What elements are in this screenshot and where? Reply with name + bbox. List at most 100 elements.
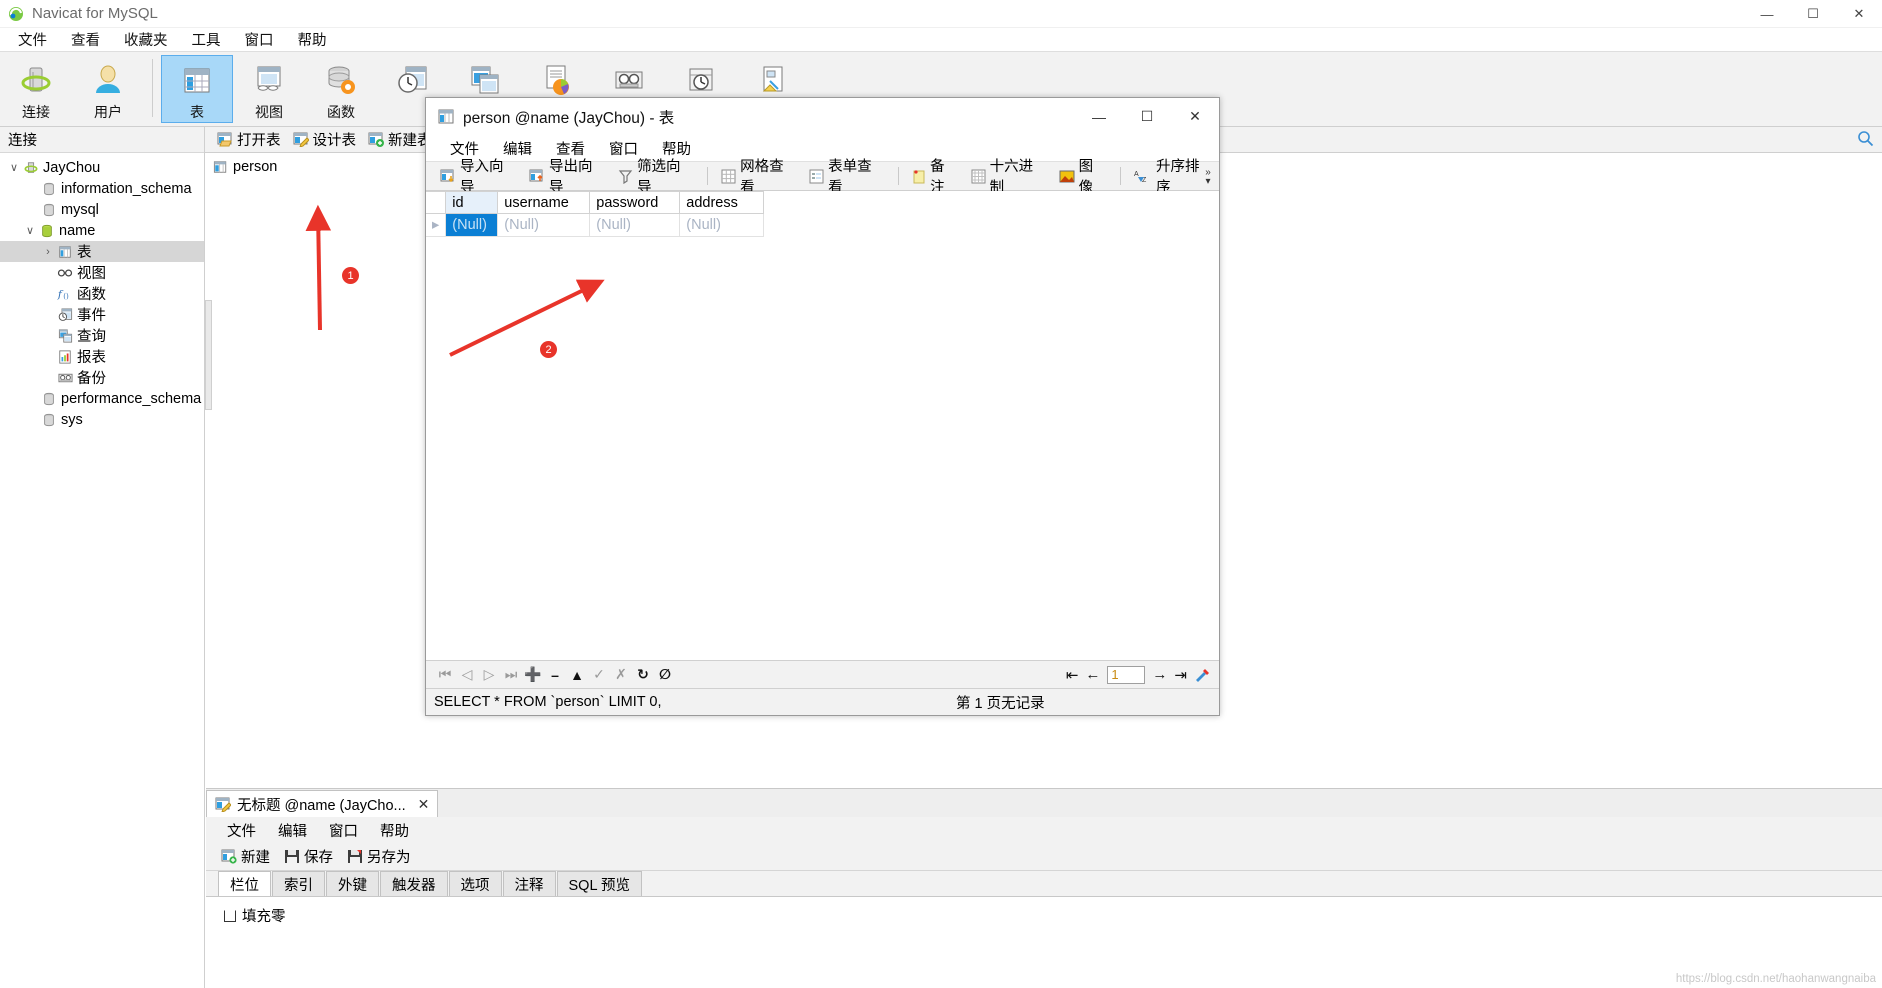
designer-menu-window[interactable]: 窗口	[318, 818, 369, 843]
tab-comment[interactable]: 注释	[502, 871, 556, 896]
chevron-down-icon[interactable]: ∨	[22, 224, 38, 237]
page-last-button[interactable]: ⇥	[1174, 666, 1187, 684]
refresh-icon[interactable]: ↻	[632, 666, 654, 683]
designer-save-button[interactable]: 保存	[277, 844, 340, 869]
tree-item-label: 事件	[77, 308, 106, 324]
page-first-button[interactable]: ⇤	[1066, 666, 1079, 684]
toolbar-separator	[1120, 167, 1122, 185]
tree-item-functions[interactable]: f() 函数	[0, 283, 204, 304]
page-navigation: ⇤ ← 1 → ⇥	[1066, 665, 1219, 684]
child-minimize-button[interactable]: —	[1075, 98, 1123, 135]
toolbar-function[interactable]: 函数	[305, 55, 377, 123]
cancel-edit-icon[interactable]: ✗	[610, 666, 632, 683]
toolbar-user[interactable]: 用户	[72, 55, 144, 123]
tree-item-tables[interactable]: › 表	[0, 241, 204, 262]
table-row[interactable]: ▸ (Null) (Null) (Null) (Null)	[426, 213, 765, 237]
first-record-icon[interactable]: ⏮	[434, 666, 456, 683]
column-header-id[interactable]: id	[445, 191, 499, 214]
page-next-button[interactable]: →	[1152, 666, 1167, 683]
list-item[interactable]: person	[213, 159, 277, 175]
design-table-icon	[215, 797, 231, 812]
cell-id[interactable]: (Null)	[445, 213, 499, 237]
menu-favorites[interactable]: 收藏夹	[112, 27, 180, 52]
confirm-edit-icon[interactable]: ✓	[588, 666, 610, 683]
chevron-down-icon[interactable]: ∨	[6, 161, 22, 174]
tree-item-sys[interactable]: sys	[0, 409, 204, 430]
tree-item-performance-schema[interactable]: performance_schema	[0, 388, 204, 409]
delete-record-icon[interactable]: –	[544, 667, 566, 683]
designer-tab[interactable]: 无标题 @name (JayCho... ✕	[206, 790, 439, 817]
tree-item-name[interactable]: ∨ name	[0, 220, 204, 241]
maximize-button[interactable]: ☐	[1790, 0, 1836, 28]
new-icon	[221, 849, 237, 864]
menu-view[interactable]: 查看	[59, 27, 112, 52]
designer-save-as-button[interactable]: 另存为	[340, 844, 418, 869]
column-header-username[interactable]: username	[497, 191, 591, 214]
child-window-controls: — ☐ ✕	[1075, 98, 1219, 135]
column-header-address[interactable]: address	[679, 191, 765, 214]
close-button[interactable]: ✕	[1836, 0, 1882, 28]
menu-tools[interactable]: 工具	[180, 27, 233, 52]
menu-file[interactable]: 文件	[6, 27, 59, 52]
zerofill-checkbox-row[interactable]: 填充零	[224, 905, 1882, 926]
close-icon[interactable]: ✕	[418, 796, 430, 813]
search-icon[interactable]	[1857, 130, 1874, 147]
designer-menu-help[interactable]: 帮助	[369, 818, 420, 843]
database-gray-icon	[40, 182, 58, 196]
next-record-icon[interactable]: ▷	[478, 666, 500, 683]
cell-address[interactable]: (Null)	[679, 213, 765, 237]
query-icon	[56, 328, 74, 343]
tab-options[interactable]: 选项	[448, 871, 502, 896]
tab-indexes[interactable]: 索引	[272, 871, 325, 896]
event-icon	[56, 307, 74, 322]
sidebar-splitter[interactable]	[205, 300, 212, 410]
svg-text:A: A	[1134, 171, 1139, 178]
tree-item-reports[interactable]: 报表	[0, 346, 204, 367]
toolbar-view-label: 视图	[255, 104, 283, 120]
last-record-icon[interactable]: ⏭	[500, 666, 522, 683]
child-statusbar: SELECT * FROM `person` LIMIT 0, 第 1 页无记录	[426, 688, 1219, 715]
design-table-button[interactable]: 设计表	[289, 127, 365, 152]
chevron-more-icon[interactable]: » ▾	[1200, 162, 1216, 192]
menu-help[interactable]: 帮助	[286, 27, 339, 52]
cell-password[interactable]: (Null)	[589, 213, 681, 237]
toolbar-view[interactable]: 视图	[233, 55, 305, 123]
tree-item-views[interactable]: 视图	[0, 262, 204, 283]
tree-item-information-schema[interactable]: information_schema	[0, 178, 204, 199]
child-maximize-button[interactable]: ☐	[1123, 98, 1171, 135]
minimize-button[interactable]: —	[1744, 0, 1790, 28]
toolbar-separator	[707, 167, 709, 185]
zerofill-checkbox[interactable]	[224, 909, 236, 922]
watermark-text: https://blog.csdn.net/haohanwangnaiba	[1675, 973, 1876, 985]
column-header-password[interactable]: password	[589, 191, 681, 214]
designer-new-button[interactable]: 新建	[214, 844, 277, 869]
tab-foreign-keys[interactable]: 外键	[326, 871, 379, 896]
open-table-button[interactable]: 打开表	[213, 127, 289, 152]
tools-icon[interactable]	[1194, 667, 1211, 683]
menu-window[interactable]: 窗口	[233, 27, 286, 52]
tree-item-queries[interactable]: 查询	[0, 325, 204, 346]
child-titlebar[interactable]: person @name (JayChou) - 表 — ☐ ✕	[426, 98, 1219, 135]
page-number-input[interactable]: 1	[1107, 665, 1146, 684]
prev-record-icon[interactable]: ◁	[456, 666, 478, 683]
designer-menu-file[interactable]: 文件	[216, 818, 267, 843]
cell-username[interactable]: (Null)	[497, 213, 591, 237]
child-close-button[interactable]: ✕	[1171, 98, 1219, 135]
toolbar-connection[interactable]: 连接	[0, 55, 72, 123]
apply-change-icon[interactable]: ▲	[566, 667, 588, 683]
designer-menu-edit[interactable]: 编辑	[267, 818, 318, 843]
tab-sql-preview[interactable]: SQL 预览	[556, 871, 643, 896]
tree-item-mysql[interactable]: mysql	[0, 199, 204, 220]
tab-triggers[interactable]: 触发器	[380, 871, 448, 896]
chevron-right-icon[interactable]: ›	[40, 246, 56, 258]
page-prev-button[interactable]: ←	[1085, 666, 1100, 683]
toolbar-table[interactable]: 表	[161, 55, 233, 123]
database-green-icon	[38, 224, 56, 238]
tab-fields[interactable]: 栏位	[218, 871, 271, 896]
tree-item-jaychou[interactable]: ∨ JayChou	[0, 157, 204, 178]
table-icon	[180, 61, 214, 99]
add-record-icon[interactable]: ➕	[522, 666, 544, 683]
tree-item-events[interactable]: 事件	[0, 304, 204, 325]
stop-icon[interactable]: ∅	[654, 666, 676, 683]
tree-item-backups[interactable]: 备份	[0, 367, 204, 388]
